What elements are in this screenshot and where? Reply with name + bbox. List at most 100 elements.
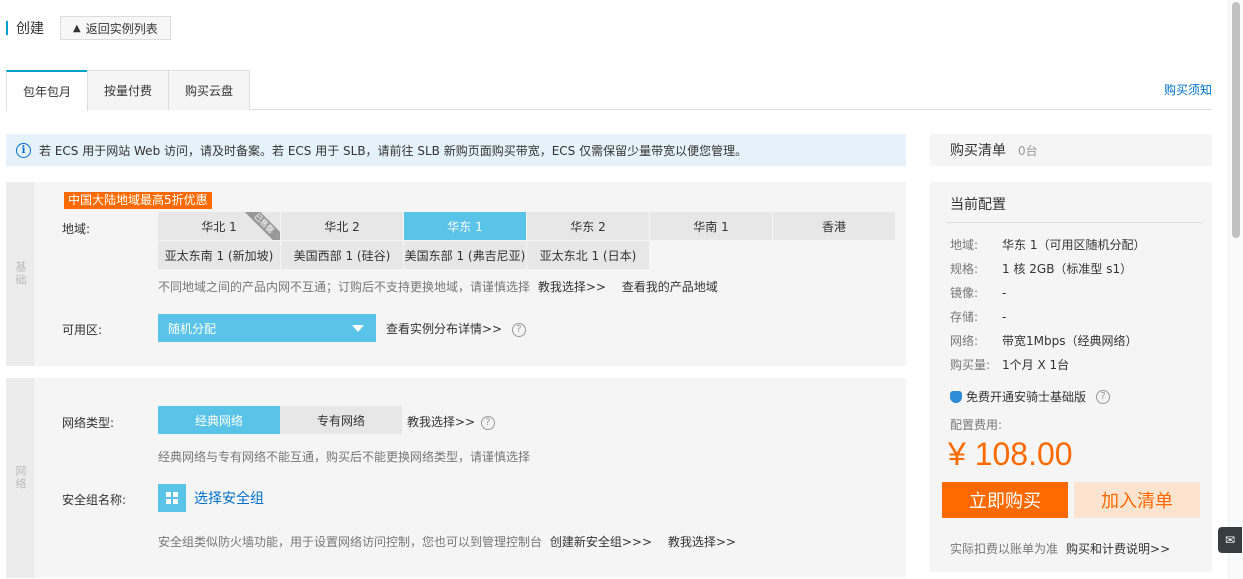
region-option[interactable]: 亚太东南 1 (新加坡) (158, 241, 280, 269)
region-option[interactable]: 华北 2 (281, 212, 403, 240)
cart-header: 购买清单 0台 (930, 134, 1212, 166)
config-value: - (1002, 286, 1007, 300)
config-title: 当前配置 (950, 197, 1006, 213)
config-row: 地域: 华东 1（可用区随机分配） (950, 236, 1145, 253)
network-help-group: 教我选择>> ? (407, 413, 495, 430)
info-icon: i (16, 142, 31, 158)
config-row: 网络: 带宽1Mbps（经典网络） (950, 332, 1137, 349)
zone-detail-group: 查看实例分布详情>> ? (386, 320, 526, 337)
cart-count: 0台 (1018, 143, 1038, 158)
security-group-tip: 安全组类似防火墙功能，用于设置网络访问控制，您也可以到管理控制台 创建新安全组>… (158, 533, 736, 550)
price-value: ¥ 108.00 (948, 436, 1073, 472)
sold-out-tag: 已售罄 (241, 212, 280, 240)
page-header: 创建 ▲ 返回实例列表 (6, 16, 171, 40)
security-group-help-link[interactable]: 教我选择>> (668, 535, 736, 549)
region-option[interactable]: 香港 (773, 212, 895, 240)
config-value: 华东 1（可用区随机分配） (1002, 238, 1146, 252)
zone-select-value: 随机分配 (168, 321, 217, 336)
region-label: 地域: (62, 222, 91, 236)
shield-icon (950, 390, 962, 403)
back-to-list-label: 返回实例列表 (85, 21, 158, 36)
config-value: 带宽1Mbps（经典网络） (1002, 334, 1138, 348)
section-side-basic: 基础 (6, 182, 34, 366)
network-type-tip: 经典网络与专有网络不能互通，购买后不能更换网络类型，请谨慎选择 (158, 450, 531, 464)
grid-icon (158, 484, 186, 512)
config-row: 购买量: 1个月 X 1台 (950, 356, 1069, 373)
config-row: 规格: 1 核 2GB（标准型 s1） (950, 260, 1132, 277)
config-row: 镜像: - (950, 284, 1006, 301)
buy-notice-link[interactable]: 购买须知 (1164, 81, 1212, 98)
create-security-group-link[interactable]: 创建新安全组>>> (550, 535, 652, 549)
config-key: 购买量: (950, 358, 991, 372)
notice-text: 若 ECS 用于网站 Web 访问，请及时备案。若 ECS 用于 SLB，请前往… (39, 143, 748, 158)
scrollbar-thumb[interactable] (1232, 2, 1240, 238)
region-option[interactable]: 美国东部 1 (弗吉尼亚) (404, 241, 526, 269)
region-option[interactable]: 华北 1 已售罄 (158, 212, 280, 240)
chevron-down-icon (352, 325, 364, 332)
fee-label: 配置费用: (950, 418, 1003, 432)
basic-config-section: 基础 中国大陆地域最高5折优惠 地域: 华北 1 已售罄 华北 2 华东 1 华… (6, 182, 906, 366)
my-regions-link[interactable]: 查看我的产品地域 (622, 280, 718, 294)
config-value: - (1002, 310, 1007, 324)
title-accent-bar (6, 21, 8, 35)
page-title: 创建 (16, 21, 44, 37)
zone-label: 可用区: (62, 323, 103, 337)
config-key: 地域: (950, 238, 979, 252)
region-option[interactable]: 美国西部 1 (硅谷) (281, 241, 403, 269)
region-selector: 华北 1 已售罄 华北 2 华东 1 华东 2 华南 1 香港 亚太东南 1 (… (158, 212, 895, 269)
network-type-selector: 经典网络 专有网络 (158, 406, 402, 434)
zone-select[interactable]: 随机分配 (158, 314, 376, 342)
tab-pay-as-you-go[interactable]: 按量付费 (87, 70, 170, 110)
region-tip: 不同地域之间的产品内网不互通；订购后不支持更换地域，请谨慎选择 教我选择>> 查… (158, 278, 718, 295)
region-tip-text: 不同地域之间的产品内网不互通；订购后不支持更换地域，请谨慎选择 (158, 280, 531, 294)
network-section: 网络 网络类型: 经典网络 专有网络 教我选择>> ? 经典网络与专有网络不能互… (6, 378, 906, 578)
tab-subscription[interactable]: 包年包月 (6, 70, 89, 111)
tab-buy-disk[interactable]: 购买云盘 (168, 70, 251, 110)
help-icon[interactable]: ? (511, 322, 526, 337)
chat-icon[interactable]: ✉ (1218, 527, 1242, 553)
section-side-label: 基础 (14, 261, 27, 287)
section-side-label: 网络 (14, 465, 27, 491)
up-arrow-icon: ▲ (73, 22, 81, 34)
back-to-list-button[interactable]: ▲ 返回实例列表 (60, 16, 171, 40)
security-group-tip-text: 安全组类似防火墙功能，用于设置网络访问控制，您也可以到管理控制台 (158, 535, 543, 549)
config-key: 存储: (950, 310, 979, 324)
tab-spacer (249, 70, 1164, 109)
region-help-link[interactable]: 教我选择>> (538, 280, 606, 294)
config-value: 1个月 X 1台 (1002, 358, 1070, 372)
region-option-selected[interactable]: 华东 1 (404, 212, 526, 240)
config-key: 网络: (950, 334, 979, 348)
current-config-panel: 当前配置 地域: 华东 1（可用区随机分配） 规格: 1 核 2GB（标准型 s1）… (930, 182, 1212, 572)
region-option-label: 华北 1 (201, 219, 237, 234)
buy-now-button[interactable]: 立即购买 (942, 482, 1068, 518)
select-security-group-label: 选择安全组 (194, 491, 264, 507)
config-key: 镜像: (950, 286, 979, 300)
network-vpc-option[interactable]: 专有网络 (280, 406, 402, 434)
info-notice: i 若 ECS 用于网站 Web 访问，请及时备案。若 ECS 用于 SLB，请… (6, 134, 906, 166)
help-icon[interactable]: ? (1096, 389, 1111, 404)
billing-tabs: 包年包月 按量付费 购买云盘 购买须知 (6, 70, 1212, 111)
promo-badge: 中国大陆地域最高5折优惠 (64, 192, 212, 209)
cart-title: 购买清单 (950, 143, 1006, 159)
page-scrollbar[interactable] (1228, 0, 1243, 579)
add-to-cart-button[interactable]: 加入清单 (1074, 482, 1200, 518)
select-security-group-button[interactable]: 选择安全组 (158, 484, 264, 512)
help-icon[interactable]: ? (480, 415, 495, 430)
shield-text: 免费开通安骑士基础版 (966, 390, 1087, 404)
billing-note: 实际扣费以账单为准 购买和计费说明>> (950, 540, 1170, 557)
section-side-network: 网络 (6, 378, 34, 578)
divider (946, 222, 1202, 223)
network-help-link[interactable]: 教我选择>> (407, 415, 475, 429)
region-option[interactable]: 亚太东北 1 (日本) (527, 241, 649, 269)
security-group-label: 安全组名称: (62, 493, 127, 507)
network-classic-option[interactable]: 经典网络 (158, 406, 280, 434)
billing-note-text: 实际扣费以账单为准 (950, 542, 1059, 556)
region-option[interactable]: 华南 1 (650, 212, 772, 240)
config-key: 规格: (950, 262, 979, 276)
security-shield-option[interactable]: 免费开通安骑士基础版 ? (950, 388, 1111, 405)
config-row: 存储: - (950, 308, 1006, 325)
region-option[interactable]: 华东 2 (527, 212, 649, 240)
config-value: 1 核 2GB（标准型 s1） (1002, 262, 1133, 276)
zone-detail-link[interactable]: 查看实例分布详情>> (386, 322, 502, 336)
billing-info-link[interactable]: 购买和计费说明>> (1066, 542, 1170, 556)
